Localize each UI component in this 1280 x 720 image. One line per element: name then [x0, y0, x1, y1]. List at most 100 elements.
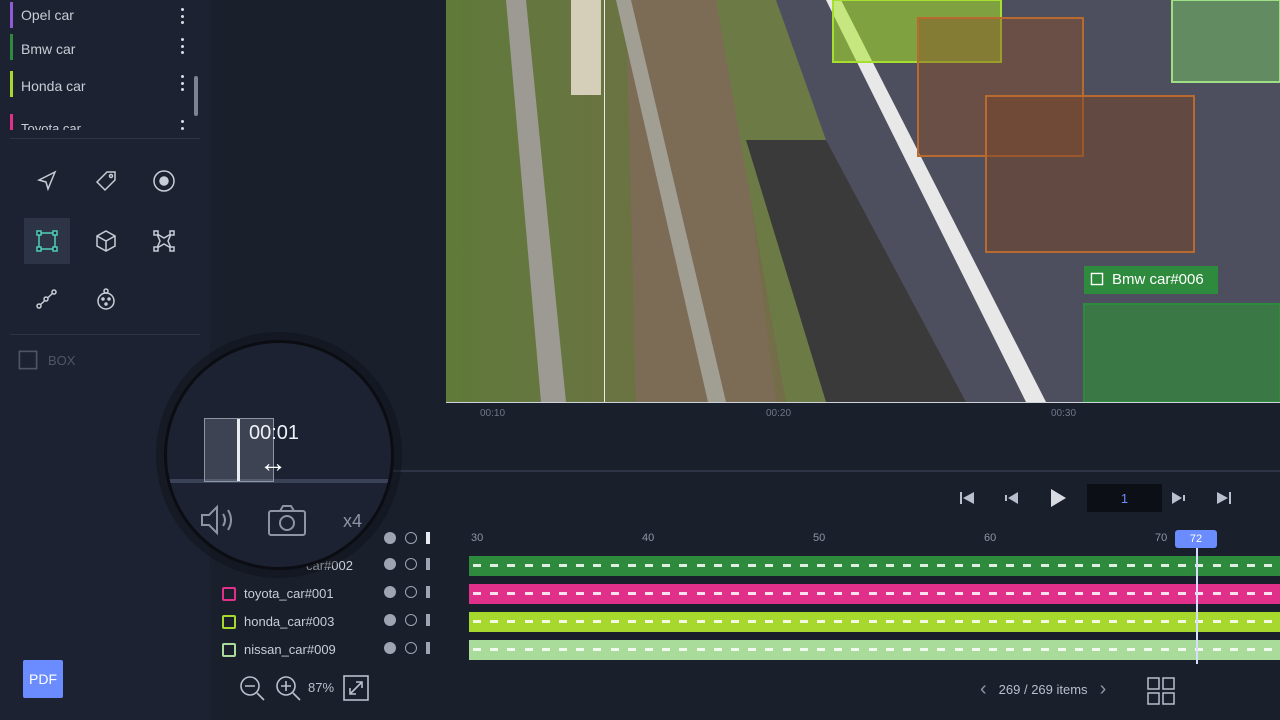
- visibility-toggle-icon[interactable]: [384, 614, 396, 626]
- keyframe-marker[interactable]: [541, 648, 550, 651]
- track-keyframes[interactable]: [469, 556, 1280, 576]
- zoom-in-button[interactable]: [274, 674, 302, 702]
- keyframe-marker[interactable]: [679, 592, 688, 595]
- keyframe-marker[interactable]: [903, 592, 911, 595]
- tag-tool[interactable]: [83, 158, 129, 204]
- keyframe-marker[interactable]: [627, 564, 636, 567]
- keyframe-marker[interactable]: [679, 564, 688, 567]
- keyframe-marker[interactable]: [524, 592, 533, 595]
- keyframe-marker[interactable]: [834, 620, 843, 623]
- track-keyframes[interactable]: [469, 640, 1280, 660]
- keyframe-marker[interactable]: [490, 620, 499, 623]
- keyframe-marker[interactable]: [868, 564, 877, 567]
- keyframe-marker[interactable]: [1075, 592, 1083, 595]
- keyframe-marker[interactable]: [696, 564, 705, 567]
- keyframe-marker[interactable]: [1229, 620, 1238, 623]
- keyframe-marker[interactable]: [524, 564, 533, 567]
- more-options-icon[interactable]: [180, 75, 184, 91]
- keyframe-marker[interactable]: [1040, 564, 1049, 567]
- keyframe-marker[interactable]: [1057, 564, 1066, 567]
- keyframe-marker[interactable]: [954, 648, 963, 651]
- keyframe-marker[interactable]: [971, 564, 980, 567]
- keyframe-marker[interactable]: [1092, 592, 1101, 595]
- keyframe-marker[interactable]: [1178, 648, 1187, 651]
- keyframe-marker[interactable]: [885, 564, 894, 567]
- keyframe-marker[interactable]: [593, 592, 602, 595]
- keyframe-marker[interactable]: [473, 648, 481, 651]
- keyframe-marker[interactable]: [576, 592, 585, 595]
- keyframe-marker[interactable]: [627, 648, 636, 651]
- keyframe-marker[interactable]: [559, 592, 567, 595]
- polygon-tool[interactable]: [141, 218, 187, 264]
- keyframe-marker[interactable]: [903, 620, 911, 623]
- keyframe-marker[interactable]: [834, 648, 843, 651]
- keyframe-marker[interactable]: [473, 564, 481, 567]
- keyframe-marker[interactable]: [507, 564, 516, 567]
- keyframe-marker[interactable]: [507, 648, 516, 651]
- keyframe-marker[interactable]: [1264, 620, 1273, 623]
- keyframe-marker[interactable]: [937, 648, 946, 651]
- keyframe-marker[interactable]: [627, 592, 636, 595]
- video-frame[interactable]: Bmw car#006: [446, 0, 1280, 402]
- keyframe-marker[interactable]: [954, 564, 963, 567]
- keyframe-marker[interactable]: [1057, 648, 1066, 651]
- outline-toggle-icon[interactable]: [405, 532, 417, 544]
- keyframe-marker[interactable]: [490, 648, 499, 651]
- video-timeline-ruler[interactable]: 00:10 00:20 00:30: [446, 402, 1280, 432]
- keyframe-marker[interactable]: [799, 592, 808, 595]
- keyframe-marker[interactable]: [1092, 620, 1101, 623]
- keyframe-marker[interactable]: [1109, 592, 1118, 595]
- keyframe-marker[interactable]: [971, 620, 980, 623]
- lock-toggle-icon[interactable]: [426, 614, 430, 626]
- lock-toggle-icon[interactable]: [426, 642, 430, 654]
- bounding-box-tool[interactable]: [24, 218, 70, 264]
- keyframe-marker[interactable]: [920, 648, 929, 651]
- keyframe-marker[interactable]: [834, 564, 843, 567]
- keyframe-marker[interactable]: [782, 564, 791, 567]
- keyframe-marker[interactable]: [713, 648, 722, 651]
- step-back-button[interactable]: [1002, 486, 1022, 510]
- keyframe-marker[interactable]: [937, 620, 946, 623]
- volume-button[interactable]: [199, 503, 241, 537]
- keyframe-marker[interactable]: [731, 620, 739, 623]
- keyframe-marker[interactable]: [851, 592, 860, 595]
- grid-view-button[interactable]: [1146, 676, 1176, 711]
- keyframe-marker[interactable]: [1161, 564, 1169, 567]
- keyframe-marker[interactable]: [817, 564, 825, 567]
- class-item-opel[interactable]: Opel car: [10, 0, 200, 30]
- keyframe-marker[interactable]: [1178, 592, 1187, 595]
- track-row[interactable]: honda_car#003: [210, 608, 1280, 636]
- keyframe-marker[interactable]: [748, 620, 757, 623]
- keyframe-marker[interactable]: [765, 620, 774, 623]
- track-row[interactable]: toyota_car#001: [210, 580, 1280, 608]
- skip-end-button[interactable]: [1214, 486, 1234, 510]
- keyframe-marker[interactable]: [473, 592, 481, 595]
- keyframe-marker[interactable]: [1178, 620, 1187, 623]
- outline-toggle-icon[interactable]: [405, 586, 417, 598]
- keyframe-marker[interactable]: [524, 620, 533, 623]
- keyframe-marker[interactable]: [593, 564, 602, 567]
- keyframe-marker[interactable]: [817, 620, 825, 623]
- keyframe-marker[interactable]: [1075, 620, 1083, 623]
- point-tool[interactable]: [141, 158, 187, 204]
- keyframe-marker[interactable]: [541, 564, 550, 567]
- keyframe-marker[interactable]: [1161, 592, 1169, 595]
- keyframe-marker[interactable]: [645, 648, 653, 651]
- keyframe-marker[interactable]: [748, 648, 757, 651]
- keyframe-marker[interactable]: [713, 620, 722, 623]
- keyframe-marker[interactable]: [1006, 564, 1015, 567]
- keyframe-marker[interactable]: [473, 620, 481, 623]
- keyframe-marker[interactable]: [817, 648, 825, 651]
- visibility-toggle-icon[interactable]: [384, 558, 396, 570]
- annotation-label[interactable]: Bmw car#006: [1088, 270, 1204, 288]
- play-button[interactable]: [1046, 486, 1070, 510]
- keyframe-marker[interactable]: [748, 592, 757, 595]
- playback-speed[interactable]: x4: [343, 511, 362, 532]
- step-forward-button[interactable]: [1168, 486, 1188, 510]
- polyline-tool[interactable]: [24, 276, 70, 322]
- keyframe-marker[interactable]: [645, 592, 653, 595]
- keyframe-marker[interactable]: [748, 564, 757, 567]
- keyframe-marker[interactable]: [713, 592, 722, 595]
- keyframe-marker[interactable]: [662, 592, 671, 595]
- keyframe-marker[interactable]: [731, 648, 739, 651]
